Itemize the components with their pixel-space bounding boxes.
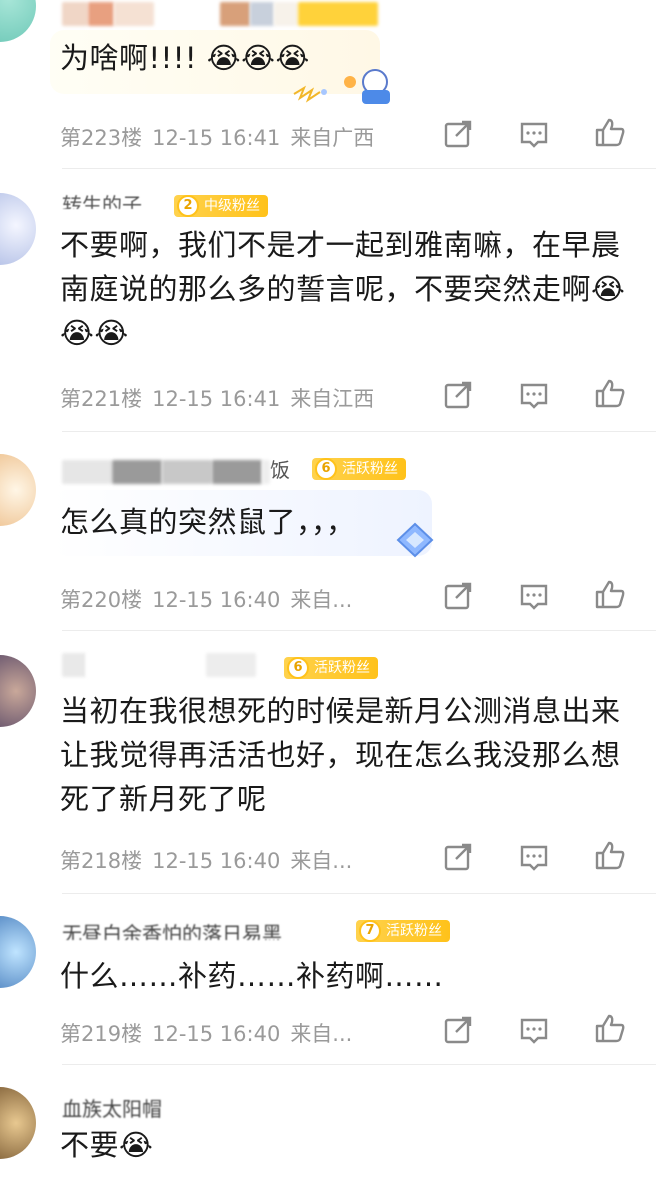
comment-icon[interactable] bbox=[518, 379, 550, 411]
fan-level: 7 bbox=[359, 920, 381, 942]
post-location: 来自... bbox=[290, 1022, 353, 1046]
fan-badge: 2 中级粉丝 bbox=[174, 195, 268, 217]
fan-level: 2 bbox=[177, 195, 199, 217]
post-time: 12-15 16:41 bbox=[152, 387, 281, 411]
share-icon[interactable] bbox=[442, 580, 474, 612]
username[interactable]: 饭 bbox=[62, 454, 290, 484]
floor-number: 第221楼 bbox=[60, 387, 143, 411]
comment-meta: 第219楼 12-15 16:40 来自... bbox=[60, 1018, 362, 1048]
post-time: 12-15 16:40 bbox=[152, 849, 281, 873]
avatar[interactable] bbox=[0, 655, 36, 727]
comment-meta: 第221楼 12-15 16:41 来自江西 bbox=[60, 383, 384, 413]
avatar[interactable] bbox=[0, 454, 36, 526]
username-visible-part: 饭 bbox=[270, 458, 290, 482]
fan-badge: 6 活跃粉丝 bbox=[284, 657, 378, 679]
thumbs-up-icon[interactable] bbox=[594, 578, 626, 610]
username[interactable]: 转生的子 bbox=[62, 189, 142, 209]
fan-label: 中级粉丝 bbox=[204, 198, 260, 214]
fan-label: 活跃粉丝 bbox=[342, 461, 398, 477]
fan-label: 活跃粉丝 bbox=[386, 923, 442, 939]
comment-text: 什么……补药……补药啊…… bbox=[60, 959, 444, 993]
comment-item: 为啥啊!!!! 😭😭😭 第223楼 12-15 16:41 来自广西 bbox=[0, 0, 656, 168]
comment-item: 6 活跃粉丝 当初在我很想死的时候是新月公测消息出来让我觉得再活活也好，现在怎么我… bbox=[0, 631, 656, 893]
username[interactable]: 无昼白余香怕的落日易黑 bbox=[62, 918, 282, 940]
fan-badge: 6 活跃粉丝 bbox=[312, 458, 406, 480]
floor-number: 第218楼 bbox=[60, 849, 143, 873]
post-time: 12-15 16:40 bbox=[152, 588, 281, 612]
post-location: 来自... bbox=[290, 849, 353, 873]
comment-text: 不要啊，我们不是才一起到雅南嘛，在早晨南庭说的那么多的誓言呢，不要突然走啊😭😭😭 bbox=[60, 228, 626, 350]
fan-badge: 7 活跃粉丝 bbox=[356, 920, 450, 942]
avatar[interactable] bbox=[0, 916, 36, 988]
thumbs-up-icon[interactable] bbox=[594, 1012, 626, 1044]
share-icon[interactable] bbox=[442, 379, 474, 411]
comment-item: 血族太阳帽 不要😭 bbox=[0, 1065, 656, 1186]
comment-text: 不要😭 bbox=[60, 1128, 154, 1162]
comment-icon[interactable] bbox=[518, 118, 550, 150]
floor-number: 第220楼 bbox=[60, 588, 143, 612]
comment-meta: 第223楼 12-15 16:41 来自广西 bbox=[60, 122, 384, 152]
post-location: 来自江西 bbox=[290, 387, 375, 411]
avatar[interactable] bbox=[0, 193, 36, 265]
avatar[interactable] bbox=[0, 0, 36, 42]
comment-icon[interactable] bbox=[518, 580, 550, 612]
floor-number: 第219楼 bbox=[60, 1022, 143, 1046]
share-icon[interactable] bbox=[442, 841, 474, 873]
username[interactable] bbox=[62, 0, 379, 26]
fan-level: 6 bbox=[287, 657, 309, 679]
post-location: 来自广西 bbox=[290, 126, 375, 150]
share-icon[interactable] bbox=[442, 118, 474, 150]
comment-item: 转生的子 2 中级粉丝 不要啊，我们不是才一起到雅南嘛，在早晨南庭说的那么多的誓言… bbox=[0, 169, 656, 431]
post-time: 12-15 16:41 bbox=[152, 126, 281, 150]
avatar[interactable] bbox=[0, 1087, 36, 1159]
comment-icon[interactable] bbox=[518, 841, 550, 873]
thumbs-up-icon[interactable] bbox=[594, 377, 626, 409]
comment-text: 怎么真的突然鼠了，，， bbox=[60, 505, 356, 539]
sticker-decoration-icon bbox=[293, 69, 390, 104]
floor-number: 第223楼 bbox=[60, 126, 143, 150]
post-location: 来自... bbox=[290, 588, 353, 612]
comment-meta: 第220楼 12-15 16:40 来自... bbox=[60, 584, 362, 614]
username[interactable]: 血族太阳帽 bbox=[62, 1093, 162, 1122]
comment-icon[interactable] bbox=[518, 1014, 550, 1046]
comment-item: 饭 6 活跃粉丝 怎么真的突然鼠了，，， 第220楼 12-15 16:40 来自..… bbox=[0, 432, 656, 630]
thumbs-up-icon[interactable] bbox=[594, 116, 626, 148]
username[interactable] bbox=[62, 651, 256, 677]
share-icon[interactable] bbox=[442, 1014, 474, 1046]
comment-meta: 第218楼 12-15 16:40 来自... bbox=[60, 845, 362, 875]
fan-level: 6 bbox=[315, 458, 337, 480]
fan-label: 活跃粉丝 bbox=[314, 660, 370, 676]
post-time: 12-15 16:40 bbox=[152, 1022, 281, 1046]
thumbs-up-icon[interactable] bbox=[594, 839, 626, 871]
comment-item: 无昼白余香怕的落日易黑 7 活跃粉丝 什么……补药……补药啊…… 第219楼 12-… bbox=[0, 894, 656, 1064]
comment-text: 当初在我很想死的时候是新月公测消息出来让我觉得再活活也好，现在怎么我没那么想死了… bbox=[60, 694, 621, 816]
